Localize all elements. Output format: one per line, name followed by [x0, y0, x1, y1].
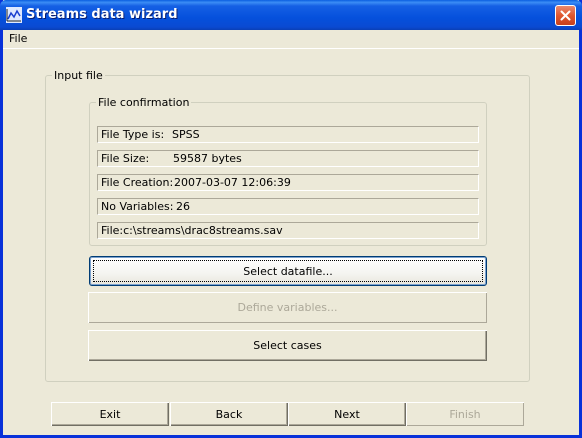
file-type-label: File Type is: — [101, 128, 165, 141]
file-size-row: File Size: 59587 bytes — [97, 150, 479, 167]
no-variables-label: No Variables: — [101, 200, 174, 213]
file-path-row: File:c:\streams\drac8streams.sav — [97, 222, 479, 239]
file-path-label: File:c:\streams\drac8streams.sav — [101, 224, 283, 237]
next-button[interactable]: Next — [288, 402, 406, 426]
file-creation-value: 2007-03-07 12:06:39 — [174, 176, 291, 189]
finish-button[interactable]: Finish — [406, 402, 524, 426]
input-file-group-label: Input file — [54, 69, 103, 82]
file-creation-row: File Creation: 2007-03-07 12:06:39 — [97, 174, 479, 191]
menu-file[interactable]: File — [9, 32, 27, 45]
chart-app-icon — [6, 7, 22, 23]
file-confirmation-group-label: File confirmation — [98, 96, 190, 109]
select-datafile-button[interactable]: Select datafile... — [89, 256, 487, 286]
title-bar[interactable]: Streams data wizard — [0, 0, 582, 30]
no-variables-value: 26 — [176, 200, 190, 213]
window-title: Streams data wizard — [26, 7, 178, 22]
close-button[interactable] — [555, 5, 576, 26]
close-icon — [560, 10, 571, 21]
file-size-value: 59587 bytes — [173, 152, 242, 165]
file-creation-label: File Creation: — [101, 176, 174, 189]
file-size-label: File Size: — [101, 152, 150, 165]
back-button[interactable]: Back — [170, 402, 288, 426]
menu-separator — [3, 48, 579, 49]
select-cases-button[interactable]: Select cases — [88, 330, 487, 361]
menu-bar: File — [3, 30, 579, 48]
file-type-value: SPSS — [172, 128, 200, 141]
exit-button[interactable]: Exit — [51, 402, 169, 426]
define-variables-button[interactable]: Define variables... — [88, 292, 487, 323]
file-type-row: File Type is: SPSS — [97, 126, 479, 143]
no-variables-row: No Variables: 26 — [97, 198, 479, 215]
